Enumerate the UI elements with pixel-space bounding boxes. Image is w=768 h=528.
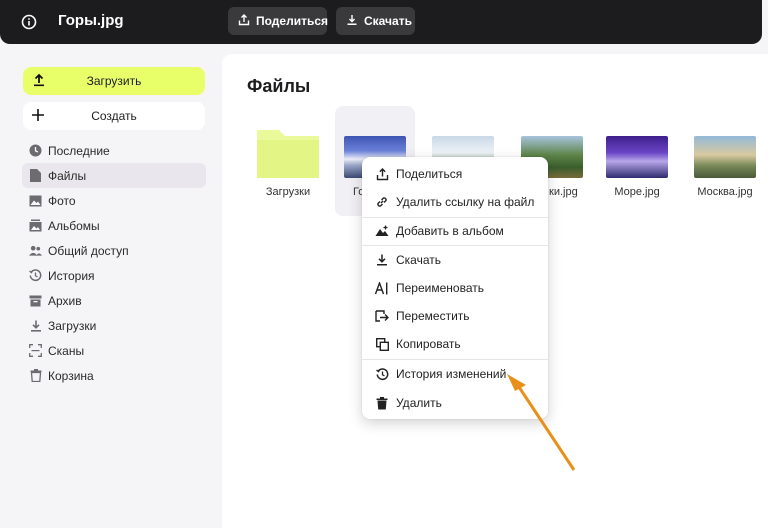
menu-item-version-history[interactable]: История изменений [362, 361, 548, 387]
create-button[interactable]: Создать [23, 102, 205, 130]
context-menu: Поделиться Удалить ссылку на файл Добави… [362, 157, 548, 419]
clock-icon [29, 144, 42, 157]
share-button-label: Поделиться [256, 14, 329, 28]
menu-item-remove-link[interactable]: Удалить ссылку на файл [362, 189, 548, 215]
sidebar-item-label: Альбомы [48, 218, 100, 233]
sidebar-item-archive[interactable]: Архив [22, 288, 206, 313]
menu-item-label: Копировать [396, 337, 461, 351]
menu-item-label: История изменений [396, 367, 507, 381]
share-icon [238, 13, 250, 29]
link-icon [375, 195, 389, 209]
download-button-label: Скачать [364, 14, 412, 28]
sidebar-item-history[interactable]: История [22, 263, 206, 288]
trash-icon [29, 369, 42, 382]
menu-item-label: Удалить ссылку на файл [396, 195, 535, 209]
share-button[interactable]: Поделиться [228, 7, 329, 35]
download-icon [346, 14, 358, 29]
menu-item-label: Переименовать [396, 281, 484, 295]
sidebar-item-label: Сканы [48, 343, 85, 358]
menu-item-delete[interactable]: Удалить [362, 390, 548, 416]
page-title: Файлы [247, 76, 311, 96]
sidebar-item-recent[interactable]: Последние [22, 138, 206, 163]
scan-icon [29, 344, 42, 357]
menu-item-download[interactable]: Скачать [362, 247, 548, 273]
archive-icon [29, 294, 42, 307]
sidebar-item-label: Загрузки [48, 318, 97, 333]
sidebar-item-label: Файлы [48, 168, 87, 183]
upload-button-label: Загрузить [86, 74, 142, 88]
menu-item-rename[interactable]: Переименовать [362, 275, 548, 301]
menu-item-label: Удалить [396, 396, 442, 410]
menu-item-label: Скачать [396, 253, 441, 267]
top-bar: Горы.jpg Поделиться Скачать [0, 0, 762, 44]
albums-icon [29, 219, 42, 232]
folder-icon [255, 126, 321, 185]
sidebar-item-label: Общий доступ [48, 243, 129, 258]
menu-item-share[interactable]: Поделиться [362, 161, 548, 187]
menu-item-label: Переместить [396, 309, 470, 323]
downloads-icon [29, 319, 42, 332]
sidebar-item-files[interactable]: Файлы [22, 163, 206, 188]
image-thumbnail [694, 136, 756, 178]
menu-item-add-to-album[interactable]: Добавить в альбом [362, 218, 548, 244]
history-icon [29, 269, 42, 282]
sidebar-item-photo[interactable]: Фото [22, 188, 206, 213]
menu-item-label: Добавить в альбом [396, 224, 504, 238]
file-name: Москва.jpg [697, 186, 753, 198]
download-button[interactable]: Скачать [336, 7, 415, 35]
share-icon [375, 167, 389, 181]
menu-divider [362, 245, 548, 246]
sidebar-item-label: Корзина [48, 368, 94, 383]
sidebar-item-shared[interactable]: Общий доступ [22, 238, 206, 263]
rename-icon [375, 281, 389, 295]
download-icon [375, 253, 389, 267]
sidebar-item-label: Архив [48, 293, 82, 308]
file-name: Загрузки [265, 186, 311, 198]
file-tile-folder[interactable]: Загрузки [248, 106, 328, 216]
history-icon [375, 367, 389, 381]
file-icon [29, 169, 42, 182]
move-icon [375, 309, 389, 323]
file-tile[interactable]: Море.jpg [597, 106, 677, 216]
menu-item-copy[interactable]: Копировать [362, 331, 548, 357]
sidebar: Загрузить Создать Последние Файлы Фото А… [8, 54, 220, 528]
file-name: Море.jpg [614, 186, 660, 198]
menu-item-move[interactable]: Переместить [362, 303, 548, 329]
sidebar-item-trash[interactable]: Корзина [22, 363, 206, 388]
create-button-label: Создать [91, 109, 137, 123]
sidebar-item-albums[interactable]: Альбомы [22, 213, 206, 238]
sidebar-item-label: Фото [48, 193, 76, 208]
trash-icon [375, 396, 389, 410]
copy-icon [375, 337, 389, 351]
upload-button[interactable]: Загрузить [23, 67, 205, 95]
menu-divider [362, 359, 548, 360]
sidebar-nav: Последние Файлы Фото Альбомы Общий досту… [22, 138, 206, 388]
file-title: Горы.jpg [58, 12, 124, 29]
add-to-album-icon [375, 224, 389, 238]
sidebar-item-downloads[interactable]: Загрузки [22, 313, 206, 338]
image-thumbnail [606, 136, 668, 178]
info-icon[interactable] [20, 13, 38, 31]
file-tile[interactable]: Москва.jpg [685, 106, 765, 216]
sidebar-item-label: Последние [48, 143, 110, 158]
photo-icon [29, 194, 42, 207]
sidebar-item-scans[interactable]: Сканы [22, 338, 206, 363]
menu-item-label: Поделиться [396, 167, 463, 181]
shared-icon [29, 244, 42, 257]
sidebar-item-label: История [48, 268, 95, 283]
